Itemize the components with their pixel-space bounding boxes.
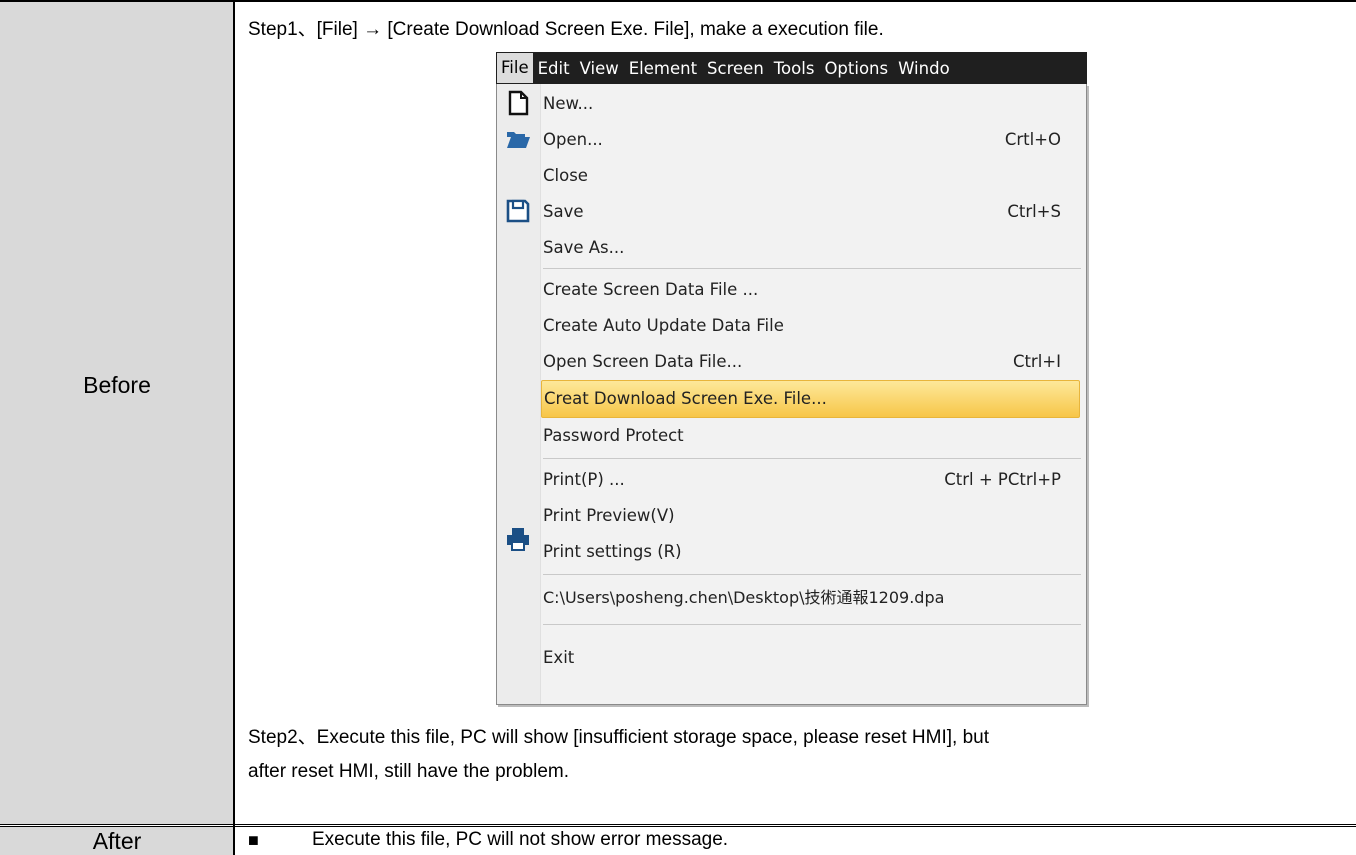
menu-separator [543,624,1081,625]
row-divider-lower [0,826,1356,827]
menu-item-open-screen-data-file[interactable]: Open Screen Data File... Ctrl+I [543,344,1079,380]
menu-separator [543,574,1081,575]
menu-item-close[interactable]: Close [543,158,1079,194]
before-label: Before [83,372,151,398]
menu-item-label: Close [543,166,588,185]
menu-item-recent-file[interactable]: C:\Users\posheng.chen\Desktop\技術通報1209.d… [543,580,1079,616]
menu-item-exit[interactable]: Exit [543,640,1079,676]
menu-item-create-auto-update-data-file[interactable]: Create Auto Update Data File [543,308,1079,344]
menu-file[interactable]: File [497,53,533,83]
menu-item-label: C:\Users\posheng.chen\Desktop\技術通報1209.d… [543,588,945,607]
menu-separator [543,458,1081,459]
step2-text-line2: after reset HMI, still have the problem. [248,761,570,782]
new-file-icon [508,90,529,116]
menu-screen[interactable]: Screen [702,59,769,78]
shortcut: Ctrl + PCtrl+P [944,470,1061,489]
menu-view[interactable]: View [575,59,624,78]
menu-item-new[interactable]: New... [543,86,1079,122]
file-dropdown: New... Open... Crtl+O Close Save Ctrl+S Sa… [496,84,1087,705]
menu-item-password-protect[interactable]: Password Protect [543,418,1079,454]
menu-item-creat-download-screen-exe-file[interactable]: Creat Download Screen Exe. File... [541,380,1080,418]
menu-item-label: Creat Download Screen Exe. File... [544,389,827,408]
menu-item-save[interactable]: Save Ctrl+S [543,194,1079,230]
step2-text-line1: Step2、Execute this file, PC will show [i… [248,727,990,748]
after-bullet: ■ [248,830,259,850]
icon-gutter [497,84,541,704]
save-icon [506,199,530,223]
menu-item-label: Save [543,202,584,221]
menu-item-label: Password Protect [543,426,684,445]
menu-item-label: Print(P) ... [543,470,625,489]
menu-item-label: Save As... [543,238,625,257]
menu-item-label: Print settings (R) [543,542,682,561]
row-divider [0,824,1356,825]
menu-options[interactable]: Options [819,59,893,78]
menu-item-label: Exit [543,648,575,667]
column-divider [233,0,235,855]
shortcut: Crtl+O [1004,130,1061,149]
menu-item-create-screen-data-file[interactable]: Create Screen Data File ... [543,272,1079,308]
open-folder-icon [507,132,530,148]
menu-item-label: Print Preview(V) [543,506,675,525]
step1-text: Step1、[File] → [Create Download Screen E… [248,19,884,40]
file-menu-screenshot: File Edit View Element Screen Tools Opti… [496,52,1087,706]
menu-separator [543,268,1081,269]
menu-window[interactable]: Windo [893,59,955,78]
menu-element[interactable]: Element [624,59,702,78]
menu-item-label: Open Screen Data File... [543,352,743,371]
shortcut: Ctrl+S [1007,202,1061,221]
table-top-border [0,0,1356,2]
menu-item-print[interactable]: Print(P) ... Ctrl + PCtrl+P [543,462,1079,498]
menu-item-label: Create Auto Update Data File [543,316,784,335]
menu-item-open[interactable]: Open... Crtl+O [543,122,1079,158]
menu-item-label: Create Screen Data File ... [543,280,759,299]
menu-tools[interactable]: Tools [769,59,820,78]
menu-item-print-preview[interactable]: Print Preview(V) [543,498,1079,534]
menu-edit[interactable]: Edit [533,59,575,78]
menu-item-label: New... [543,94,594,113]
after-text: Execute this file, PC will not show erro… [312,829,729,850]
menu-item-label: Open... [543,130,603,149]
after-label: After [92,828,142,854]
menu-item-print-settings[interactable]: Print settings (R) [543,534,1079,570]
shortcut: Ctrl+I [1012,352,1061,371]
before-label-cell [0,0,234,824]
menu-item-save-as[interactable]: Save As... [543,230,1079,266]
menubar: File Edit View Element Screen Tools Opti… [496,52,1087,84]
printer-icon [507,528,529,551]
